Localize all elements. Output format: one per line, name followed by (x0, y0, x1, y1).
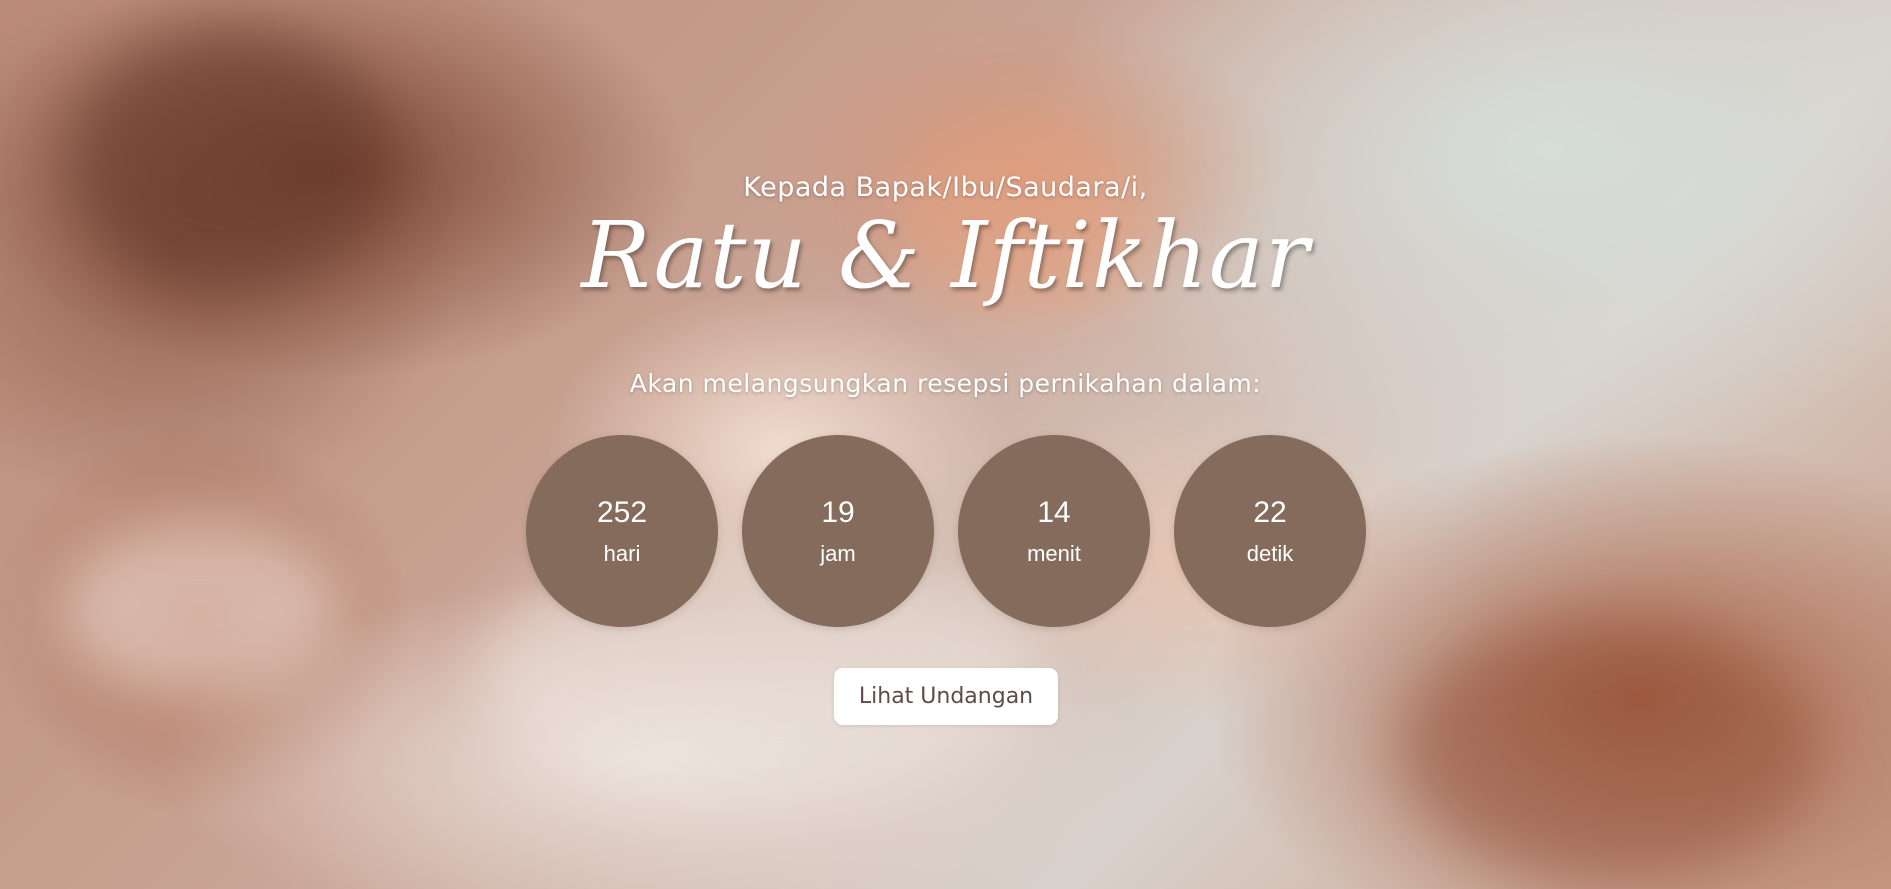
countdown-seconds-unit: detik (1246, 540, 1294, 566)
countdown-minutes-unit: menit (1027, 540, 1081, 566)
countdown-seconds: 22 detik (1174, 435, 1366, 627)
countdown-days: 252 hari (526, 435, 718, 627)
countdown-hours-unit: jam (820, 540, 856, 566)
hero-section: Kepada Bapak/Ibu/Saudara/i, Ratu & Iftik… (0, 0, 1891, 889)
countdown-seconds-value: 22 (1253, 495, 1287, 529)
view-invitation-button[interactable]: Lihat Undangan (834, 668, 1058, 725)
countdown-minutes-value: 14 (1037, 495, 1071, 529)
countdown-days-unit: hari (603, 540, 641, 566)
couple-names: Ratu & Iftikhar (581, 202, 1310, 309)
countdown-days-value: 252 (596, 495, 648, 529)
countdown-timer: 252 hari 19 jam 14 menit 22 detik (526, 435, 1366, 627)
countdown-hours: 19 jam (742, 435, 934, 627)
greeting-text: Kepada Bapak/Ibu/Saudara/i, (743, 172, 1148, 203)
subtitle-text: Akan melangsungkan resepsi pernikahan da… (629, 369, 1262, 398)
countdown-minutes: 14 menit (958, 435, 1150, 627)
countdown-hours-value: 19 (821, 495, 855, 529)
